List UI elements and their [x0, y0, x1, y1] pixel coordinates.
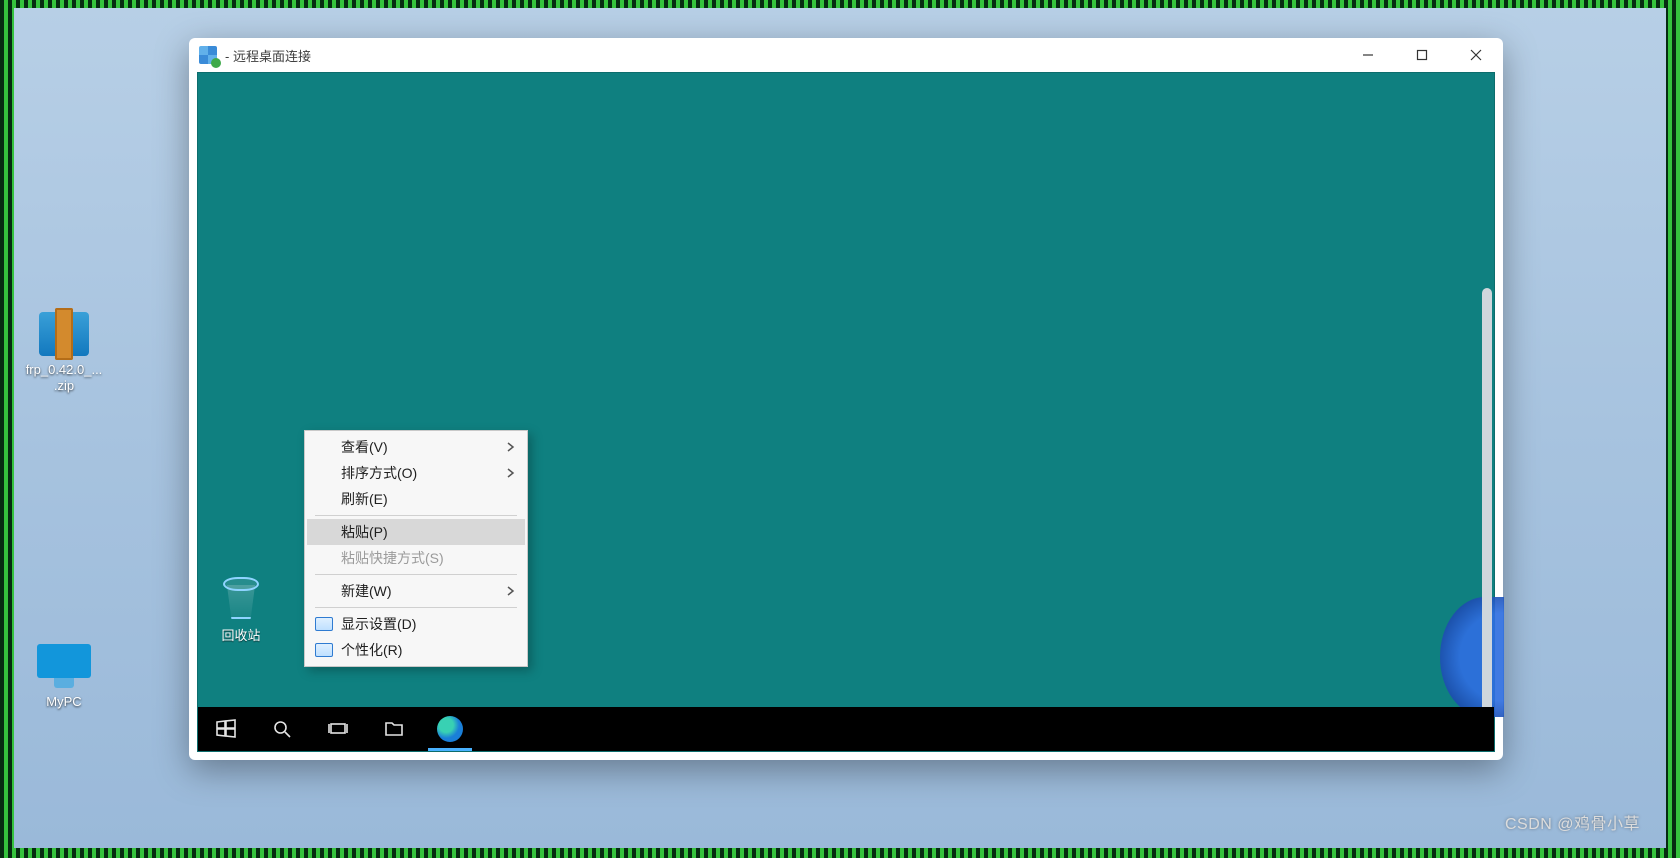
remote-scrollbar-vertical[interactable]	[1482, 288, 1492, 718]
desktop-icon-mypc[interactable]: MyPC	[14, 644, 114, 710]
window-title-area: - 远程桌面连接	[199, 46, 311, 65]
menu-separator	[315, 515, 517, 516]
minimize-button[interactable]	[1341, 38, 1395, 72]
maximize-icon	[1416, 49, 1428, 61]
taskbar-explorer-button[interactable]	[366, 707, 422, 751]
personalize-icon	[315, 643, 333, 657]
menu-item-sort-by[interactable]: 排序方式(O)	[307, 460, 525, 486]
display-icon	[315, 617, 333, 631]
remote-desktop[interactable]: 回收站 查看(V) 排序方式(O) 刷新(E)	[197, 72, 1495, 752]
menu-item-paste[interactable]: 粘贴(P)	[307, 519, 525, 545]
menu-item-display-settings[interactable]: 显示设置(D)	[307, 611, 525, 637]
window-titlebar[interactable]: - 远程桌面连接	[189, 38, 1503, 72]
taskbar-start-button[interactable]	[198, 707, 254, 751]
window-controls	[1341, 38, 1503, 72]
chevron-right-icon	[507, 439, 515, 455]
maximize-button[interactable]	[1395, 38, 1449, 72]
minimize-icon	[1362, 49, 1374, 61]
zip-icon	[36, 312, 92, 358]
menu-separator	[315, 607, 517, 608]
chevron-right-icon	[507, 583, 515, 599]
recycle-bin-icon	[217, 571, 265, 619]
menu-item-label: 显示设置(D)	[341, 614, 416, 634]
menu-item-view[interactable]: 查看(V)	[307, 434, 525, 460]
chevron-right-icon	[507, 465, 515, 481]
edge-icon	[437, 716, 463, 742]
menu-item-label: 排序方式(O)	[341, 463, 417, 483]
desktop-icon-label: MyPC	[46, 694, 81, 710]
background-decoration	[1440, 597, 1504, 717]
rdp-window[interactable]: - 远程桌面连接	[189, 38, 1503, 760]
taskbar-search-button[interactable]	[254, 707, 310, 751]
remote-icon-recycle-bin[interactable]: 回收站	[198, 571, 284, 644]
menu-item-label: 查看(V)	[341, 437, 388, 457]
menu-item-label: 粘贴(P)	[341, 522, 388, 542]
menu-separator	[315, 574, 517, 575]
menu-item-label: 个性化(R)	[341, 640, 402, 660]
desktop-icon-zip[interactable]: frp_0.42.0_... .zip	[14, 312, 114, 393]
menu-item-personalize[interactable]: 个性化(R)	[307, 637, 525, 663]
menu-item-label: 新建(W)	[341, 581, 392, 601]
desktop-context-menu: 查看(V) 排序方式(O) 刷新(E) 粘贴(P) 粘	[304, 430, 528, 667]
rdp-app-icon	[199, 46, 217, 64]
remote-icon-label: 回收站	[221, 625, 260, 644]
close-icon	[1470, 49, 1482, 61]
close-button[interactable]	[1449, 38, 1503, 72]
window-title-suffix: - 远程桌面连接	[225, 49, 311, 64]
menu-item-paste-shortcut: 粘贴快捷方式(S)	[307, 545, 525, 571]
menu-item-new[interactable]: 新建(W)	[307, 578, 525, 604]
host-desktop[interactable]: frp_0.42.0_... .zip MyPC - 远程桌面连接	[14, 8, 1666, 848]
windows-logo-icon	[216, 719, 236, 739]
menu-item-label: 粘贴快捷方式(S)	[341, 548, 444, 568]
search-icon	[272, 719, 292, 739]
taskbar-taskview-button[interactable]	[310, 707, 366, 751]
scanlines-frame: frp_0.42.0_... .zip MyPC - 远程桌面连接	[0, 0, 1680, 858]
menu-item-refresh[interactable]: 刷新(E)	[307, 486, 525, 512]
remote-taskbar[interactable]	[198, 707, 1494, 751]
taskbar-edge-button[interactable]	[422, 707, 478, 751]
desktop-icon-label: frp_0.42.0_... .zip	[26, 362, 103, 393]
file-explorer-icon	[384, 719, 404, 739]
monitor-icon	[36, 644, 92, 690]
window-title: - 远程桌面连接	[225, 46, 311, 65]
task-view-icon	[328, 719, 348, 739]
menu-item-label: 刷新(E)	[341, 489, 388, 509]
watermark: CSDN @鸡骨小草	[1505, 810, 1640, 834]
